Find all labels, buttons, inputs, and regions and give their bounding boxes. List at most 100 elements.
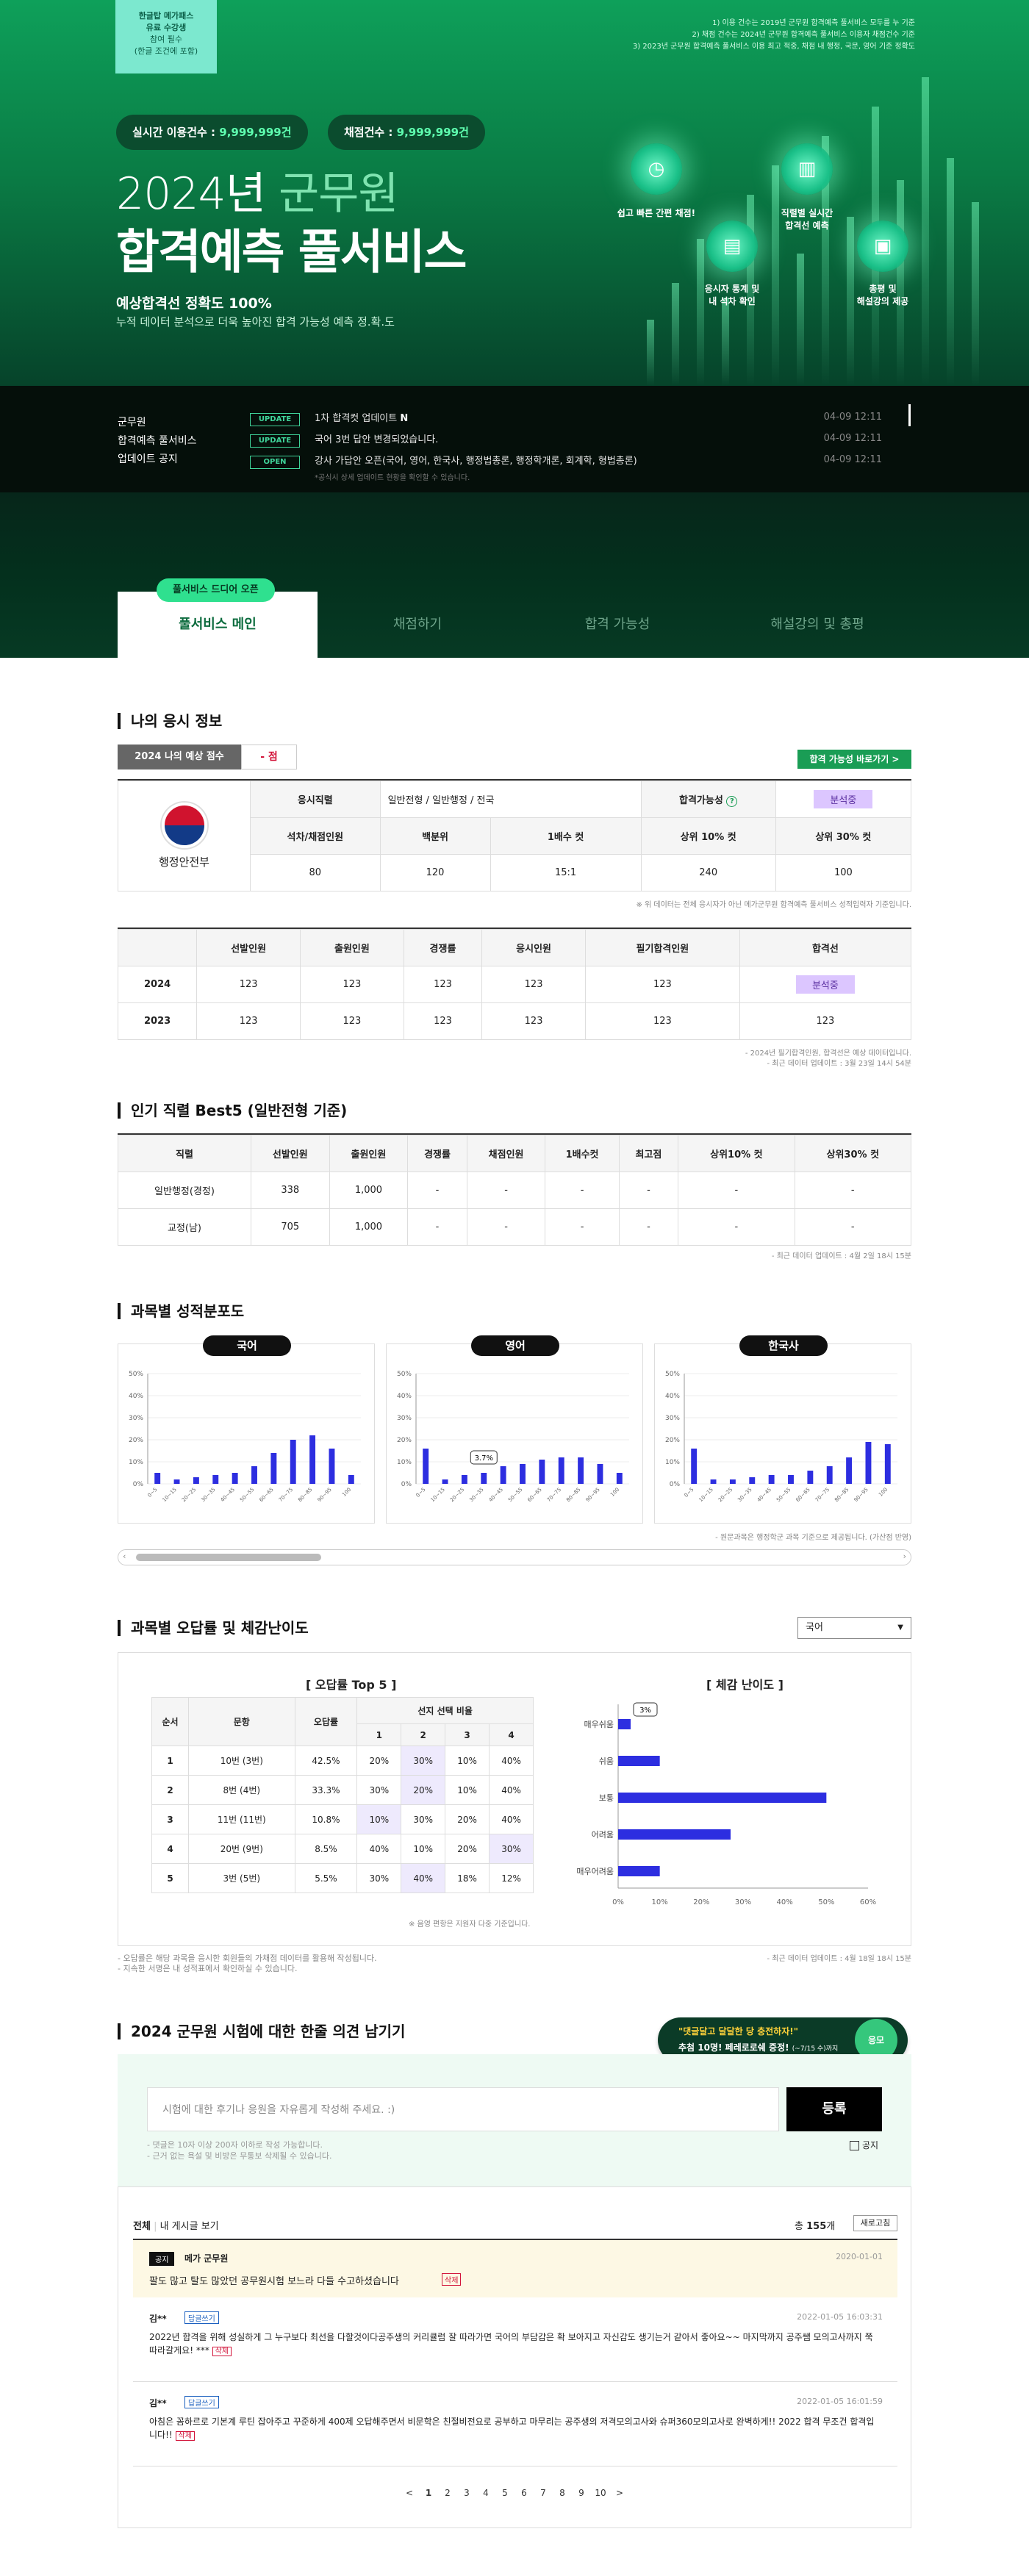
possibility-link-button[interactable]: 합격 가능성 바로가기 >: [797, 750, 911, 769]
table-cell: 일반행정(경정): [118, 1172, 251, 1209]
th-year: 응시인원: [481, 929, 586, 966]
delete-button[interactable]: 삭제: [442, 2273, 462, 2286]
submit-button[interactable]: 등록: [786, 2087, 882, 2131]
my-info-note: ※ 위 데이터는 전체 응시자가 아닌 메가군무원 합격예측 풀서비스 성적입력…: [636, 901, 911, 909]
feature-label-line: 해설강의 제공: [856, 296, 909, 306]
x-tick-label: 10~15: [698, 1487, 714, 1503]
reply-button[interactable]: 답글쓰기: [184, 2396, 219, 2408]
table-cell: 30%: [356, 1863, 402, 1893]
table-cell: 20%: [401, 1775, 446, 1805]
update-date: 04-09 12:11: [823, 412, 882, 423]
y-tick-label: 10%: [129, 1459, 143, 1466]
checkbox-icon[interactable]: [850, 2141, 859, 2150]
page-link[interactable]: 4: [476, 2488, 495, 2498]
y-tick-label: 보통: [599, 1793, 614, 1803]
next-page-button[interactable]: >: [610, 2488, 629, 2498]
tab-lecture[interactable]: 해설강의 및 총평: [717, 592, 917, 658]
table-cell: 8번 (4번): [187, 1775, 295, 1805]
filter-mine[interactable]: 내 게시글 보기: [160, 2221, 219, 2232]
table-cell: -: [678, 1172, 795, 1209]
th-err: 오답률: [294, 1697, 358, 1746]
stat-value: 15:1: [490, 854, 642, 891]
page-link[interactable]: 5: [495, 2488, 514, 2498]
scroll-left-icon[interactable]: ‹: [123, 1551, 126, 1561]
x-tick-label: 30%: [735, 1898, 751, 1906]
filter-all[interactable]: 전체: [133, 2221, 151, 2232]
table-cell: 123: [196, 966, 301, 1003]
x-tick-label: 80~85: [297, 1487, 313, 1503]
table-cell: 10%: [356, 1804, 402, 1834]
top5-table: 순서 문항 오답률 선지 선택 비율 1 2 3 4 1 10번 (3번) 42.5% 20% 30% 1…: [151, 1697, 534, 1893]
help-icon[interactable]: ?: [726, 795, 738, 807]
bar: [618, 1719, 631, 1729]
comment-input[interactable]: 시험에 대한 후기나 응원을 자유롭게 작성해 주세요. :): [147, 2087, 779, 2131]
bar: [618, 1829, 731, 1840]
page-link[interactable]: 7: [534, 2488, 553, 2498]
page-link[interactable]: 6: [514, 2488, 534, 2498]
post-text: 아침은 꼼하르로 기본계 루틴 잡아주고 꾸준하게 400제 오답해주면서 비문…: [149, 2417, 875, 2440]
table-cell: 42.5%: [294, 1746, 358, 1776]
page-link[interactable]: 9: [572, 2488, 591, 2498]
scroll-right-icon[interactable]: ›: [903, 1551, 906, 1561]
top5-title: [ 오답률 Top 5 ]: [306, 1678, 397, 1692]
update-footnote: *공식시 상세 업데이트 현황을 확인할 수 있습니다.: [315, 474, 470, 482]
scroll-thumb[interactable]: [136, 1554, 321, 1561]
possibility-label: 합격가능성: [679, 794, 723, 806]
bar: [481, 1473, 487, 1484]
x-tick-label: 40~45: [220, 1487, 236, 1503]
update-item[interactable]: UPDATE 1차 합격컷 업데이트 N: [250, 410, 408, 426]
page-link[interactable]: 8: [553, 2488, 572, 2498]
reply-button[interactable]: 답글쓰기: [184, 2311, 219, 2324]
page-link[interactable]: 10: [591, 2488, 610, 2498]
th-best5: 선발인원: [251, 1135, 330, 1172]
x-tick-label: 90~95: [316, 1487, 332, 1503]
page-link[interactable]: 3: [457, 2488, 476, 2498]
page-link[interactable]: 1: [419, 2488, 438, 2498]
table-row: 5 3번 (5번) 5.5% 30% 40% 18% 12%: [151, 1863, 534, 1893]
scroll-indicator: [908, 404, 911, 426]
update-item[interactable]: OPEN 강사 가답안 오픈(국어, 영어, 한국사, 행정법총론, 행정학개론,…: [250, 453, 637, 469]
th-best5: 상위30% 컷: [794, 1135, 912, 1172]
table-row: 3 11번 (11번) 10.8% 10% 30% 20% 40%: [151, 1804, 534, 1834]
th-year: 선발인원: [196, 929, 301, 966]
best5-table: 직렬 선발인원 출원인원 경쟁률 채점인원 1배수컷 최고점 상위10% 컷 상위30% 컷 일반…: [118, 1133, 912, 1246]
update-item[interactable]: UPDATE 국어 3번 답안 변경되었습니다.: [250, 431, 438, 448]
table-cell: 3번 (5번): [187, 1863, 295, 1893]
tab-grading[interactable]: 채점하기: [318, 592, 517, 658]
bar: [710, 1479, 717, 1484]
feature-label-line: 합격선 예측: [785, 220, 829, 231]
light-beam: [797, 254, 804, 386]
prev-page-button[interactable]: <: [400, 2488, 419, 2498]
y-tick-label: 50%: [129, 1371, 143, 1378]
table-cell: 20%: [445, 1834, 490, 1864]
chart-title: 영어: [471, 1335, 559, 1356]
post-author: 메가 군무원: [184, 2253, 229, 2264]
update-label-line: 합격예측 풀서비스: [118, 435, 197, 447]
tab-possibility[interactable]: 합격 가능성: [517, 592, 717, 658]
table-cell: 123: [300, 966, 404, 1003]
th-year: [117, 929, 198, 966]
page-link[interactable]: 2: [438, 2488, 457, 2498]
table-cell: 123: [403, 966, 483, 1003]
y-tick-label: 0%: [133, 1481, 144, 1488]
th-best5: 1배수컷: [545, 1135, 620, 1172]
chart-history: 한국사 0% 10% 20% 30% 40% 50% 0~5 10~15 20~25 30~35 40…: [654, 1335, 911, 1524]
refresh-button[interactable]: 새로고침: [853, 2215, 897, 2231]
horizontal-scrollbar[interactable]: ‹ ›: [118, 1549, 911, 1565]
table-cell: 40%: [401, 1863, 446, 1893]
table-cell: 20번 (9번): [187, 1834, 295, 1864]
bar: [309, 1435, 316, 1484]
notice-checkbox[interactable]: 공지: [850, 2139, 878, 2151]
delete-button[interactable]: 삭제: [175, 2431, 195, 2441]
bar-chart: 0% 10% 20% 30% 40% 50% 0~5 10~15 20~25 30~35 40~45…: [129, 1371, 361, 1503]
analyzing-badge: 분석중: [795, 975, 855, 994]
board-filter: 전체 | 내 게시글 보기: [133, 2221, 219, 2232]
table-row: 일반행정(경정) 338 1,000- - - - - -: [118, 1172, 912, 1209]
subject-select[interactable]: 국어 ▼: [797, 1617, 911, 1639]
possibility-value: 분석중: [775, 781, 912, 818]
x-tick-label: 90~95: [584, 1487, 600, 1503]
bar: [539, 1460, 545, 1484]
x-tick-label: 60~65: [258, 1487, 274, 1503]
delete-button[interactable]: 삭제: [212, 2347, 232, 2356]
update-tag: UPDATE: [250, 434, 300, 448]
